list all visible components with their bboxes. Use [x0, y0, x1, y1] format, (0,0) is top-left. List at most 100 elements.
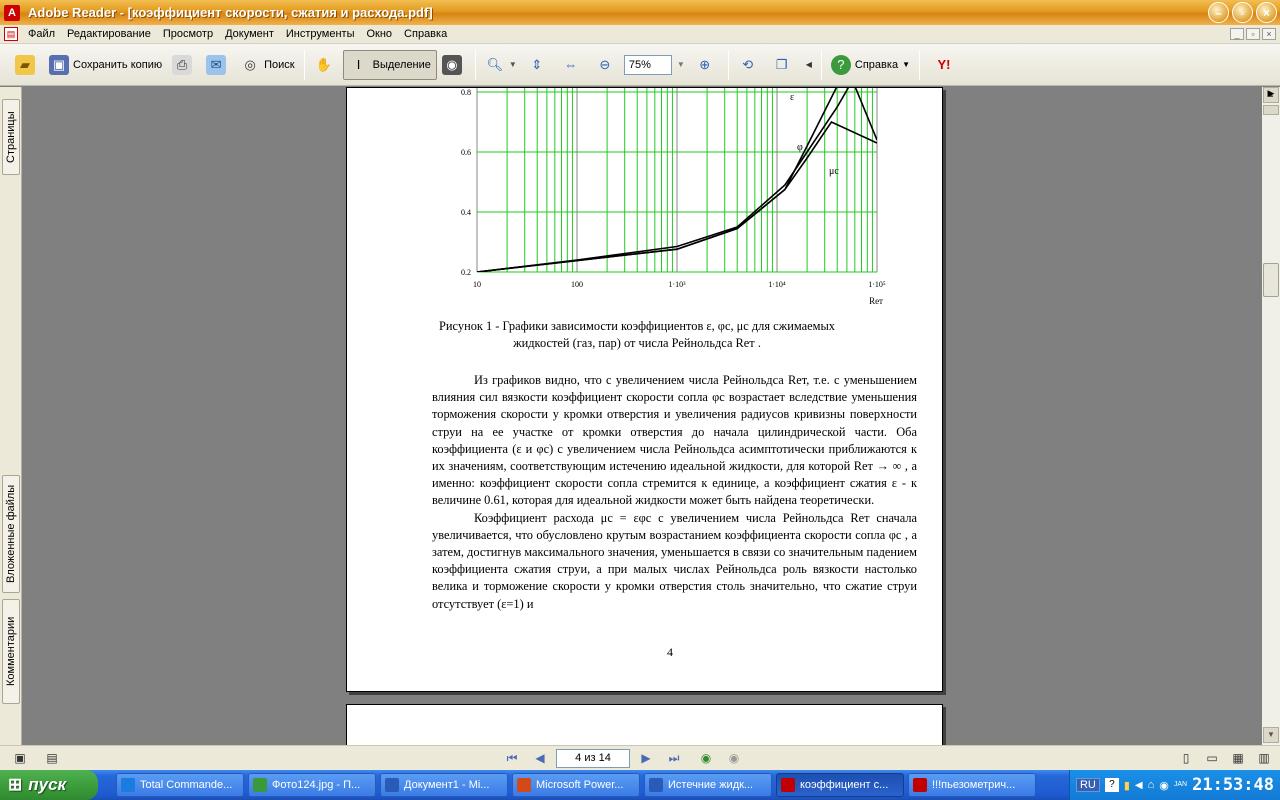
app-icon — [649, 778, 663, 792]
zoom-dropdown[interactable]: ▼ — [672, 50, 690, 80]
menu-window[interactable]: Окно — [360, 28, 398, 40]
rotate-icon: ⟲ — [742, 56, 754, 72]
taskbar-item[interactable]: Total Commande... — [116, 773, 244, 797]
doc-minimize-button[interactable]: _ — [1230, 28, 1244, 40]
rotate-button[interactable]: ⟲ — [733, 50, 767, 80]
pdf-page[interactable]: 0.2 0.4 0.6 0.8 10 100 1·10³ 1·10⁴ 1·10⁵ Reт ε φ μc … — [346, 87, 943, 692]
select-tool-button[interactable]: I Выделение — [342, 49, 437, 80]
start-button[interactable]: ⊞ пуск — [0, 770, 98, 800]
zoom-in-button[interactable]: ⊕ — [690, 50, 724, 80]
plus-icon: ⊕ — [699, 56, 711, 72]
tab-comments[interactable]: Комментарии — [2, 599, 20, 704]
yahoo-button[interactable]: Y! — [924, 50, 968, 80]
reynolds-chart: 0.2 0.4 0.6 0.8 10 100 1·10³ 1·10⁴ 1·10⁵ Reт ε φ μc — [461, 88, 886, 306]
paragraph[interactable]: Коэффициент расхода μc = εφc с увеличени… — [432, 510, 917, 613]
panel-toggle-arrow[interactable]: ▶ — [1264, 88, 1278, 102]
last-page-button[interactable]: ⏭ — [664, 749, 684, 767]
language-indicator[interactable]: RU — [1075, 778, 1100, 792]
app-icon — [121, 778, 135, 792]
taskbar-item[interactable]: !!!пьезометрич... — [908, 773, 1036, 797]
taskbar-item[interactable]: Microsoft Power... — [512, 773, 640, 797]
zoom-tool-button[interactable]: 🔍︎ ▼ — [480, 50, 522, 80]
save-copy-button[interactable]: ▣ Сохранить копию — [44, 50, 167, 80]
title-bar: A Adobe Reader - [коэффициент скорости, … — [0, 0, 1280, 25]
close-button[interactable]: × — [1256, 2, 1277, 23]
facing-icon[interactable]: ▦ — [1228, 749, 1248, 767]
x-axis-label: Reт — [869, 296, 883, 306]
taskbar-item[interactable]: Фото124.jpg - П... — [248, 773, 376, 797]
taskbar-item[interactable]: коэффициент с... — [776, 773, 904, 797]
vertical-scrollbar[interactable]: ▲ ▼ — [1262, 87, 1280, 745]
doc-close-button[interactable]: × — [1262, 28, 1276, 40]
scroll-thumb[interactable] — [1263, 263, 1279, 297]
more-tools-arrow[interactable]: ◀ — [801, 50, 817, 80]
document-info-icon[interactable]: ▤ — [42, 749, 62, 767]
pdf-document-icon[interactable]: ▤ — [4, 27, 18, 41]
help-label: Справка — [854, 58, 899, 71]
search-button[interactable]: ◎ Поиск — [235, 50, 299, 80]
taskbar-item[interactable]: Истечние жидк... — [644, 773, 772, 797]
menu-bar: ▤ Файл Редактирование Просмотр Документ … — [0, 25, 1280, 44]
hand-tool-button[interactable]: ✋ — [309, 50, 343, 80]
taskbar-item[interactable]: Документ1 - Mi... — [380, 773, 508, 797]
document-view[interactable]: 0.2 0.4 0.6 0.8 10 100 1·10³ 1·10⁴ 1·10⁵ Reт ε φ μc … — [23, 87, 1262, 745]
menu-edit[interactable]: Редактирование — [61, 28, 157, 40]
tab-attachments[interactable]: Вложенные файлы — [2, 475, 20, 593]
caption-line-2: жидкостей (газ, пар) от числа Рейнольдса… — [513, 336, 761, 351]
app-icon — [781, 778, 795, 792]
menu-help[interactable]: Справка — [398, 28, 453, 40]
help-button[interactable]: ? Справка ▼ — [826, 50, 915, 80]
previous-view-button[interactable]: ◉ — [696, 749, 716, 767]
adobe-reader-window: A Adobe Reader - [коэффициент скорости, … — [0, 0, 1280, 800]
snapshot-button[interactable]: ◉ — [437, 50, 471, 80]
page-number-field[interactable]: 4 из 14 — [556, 748, 630, 768]
email-button[interactable]: ✉ — [201, 50, 235, 80]
paragraph[interactable]: Из графиков видно, что с увеличением чис… — [432, 372, 917, 510]
continuous-facing-icon[interactable]: ▥ — [1254, 749, 1274, 767]
doc-restore-button[interactable]: ▫ — [1246, 28, 1260, 40]
open-button[interactable]: ▰ — [10, 50, 44, 80]
help-tray-icon[interactable]: ? — [1104, 778, 1119, 792]
print-button[interactable]: ⎙ — [167, 50, 201, 80]
first-page-button[interactable]: ⏮ — [502, 749, 522, 767]
split-button[interactable] — [1263, 105, 1279, 115]
network-icon[interactable]: ⌂ — [1148, 779, 1155, 791]
tray-show-icons-arrow[interactable]: ◀ — [1135, 780, 1143, 791]
page-size-icon[interactable]: ▣ — [10, 749, 30, 767]
previous-page-button[interactable]: ◀ — [530, 749, 550, 767]
clock[interactable]: 21:53:48 — [1192, 775, 1274, 795]
yahoo-icon: Y! — [937, 57, 951, 72]
pages-button[interactable]: ❐ — [767, 50, 801, 80]
next-view-button[interactable]: ◉ — [724, 749, 744, 767]
tab-pages[interactable]: Страницы — [2, 99, 20, 175]
curve-label: ε — [790, 92, 794, 103]
pages-icon: ❐ — [775, 56, 788, 72]
next-page-button[interactable]: ▶ — [636, 749, 656, 767]
tray-app-icon[interactable]: ▮ — [1124, 779, 1130, 792]
status-bar: ▣ ▤ ⏮ ◀ 4 из 14 ▶ ⏭ ◉ ◉ ▯ ▭ ▦ ▥ — [0, 745, 1280, 770]
date-label: JAN — [1173, 781, 1188, 788]
menu-tools[interactable]: Инструменты — [280, 28, 361, 40]
volume-icon[interactable]: ◉ — [1159, 779, 1169, 792]
scroll-down-button[interactable]: ▼ — [1263, 727, 1279, 743]
pdf-page-next[interactable] — [346, 704, 943, 745]
menu-file[interactable]: Файл — [22, 28, 61, 40]
fit-page-icon: ⇕ — [531, 56, 543, 72]
maximize-button[interactable]: ▫ — [1232, 2, 1253, 23]
zoom-out-button[interactable]: ⊖ — [590, 50, 624, 80]
menu-view[interactable]: Просмотр — [157, 28, 219, 40]
toolbar-separator — [303, 49, 305, 80]
continuous-icon[interactable]: ▭ — [1202, 749, 1222, 767]
start-label: пуск — [28, 775, 67, 794]
minimize-button[interactable]: – — [1208, 2, 1229, 23]
single-page-icon[interactable]: ▯ — [1176, 749, 1196, 767]
body-text[interactable]: Из графиков видно, что с увеличением чис… — [432, 372, 917, 613]
fit-page-button[interactable]: ⇕ — [522, 50, 556, 80]
fit-width-button[interactable]: ⇔ — [556, 50, 590, 80]
camera-icon: ◉ — [441, 54, 462, 75]
taskbar: ⊞ пуск Total Commande... Фото124.jpg - П..… — [0, 770, 1280, 800]
x-tick-label: 1·10⁴ — [768, 280, 786, 289]
menu-document[interactable]: Документ — [219, 28, 280, 40]
app-icon — [385, 778, 399, 792]
zoom-field[interactable] — [623, 54, 672, 75]
